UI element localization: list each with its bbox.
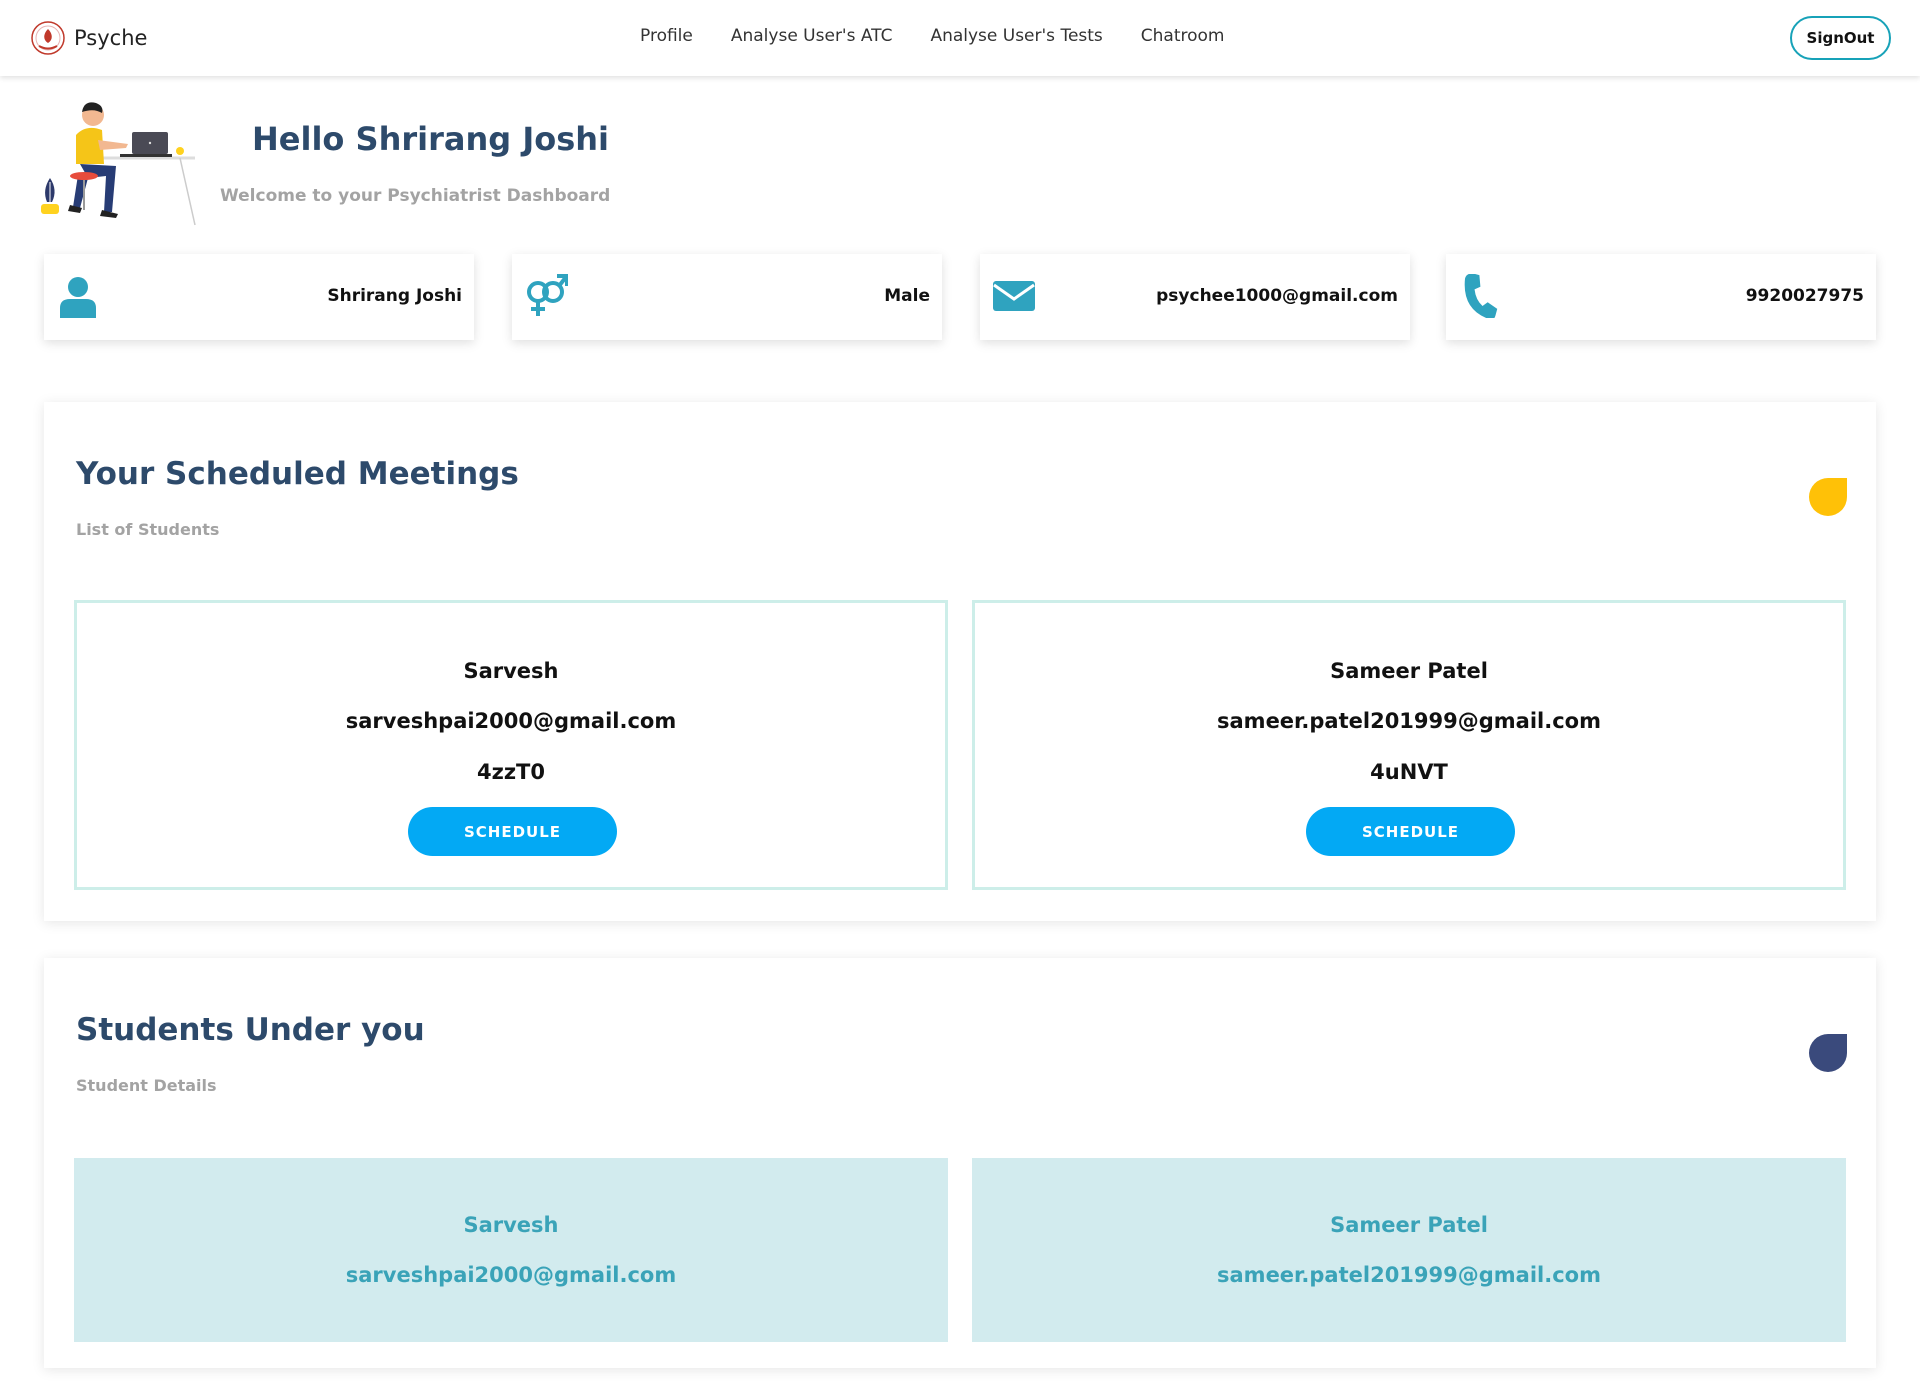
meeting-student-name: Sameer Patel (1330, 659, 1488, 683)
meetings-subtitle: List of Students (76, 520, 220, 539)
info-card-email: psychee1000@gmail.com (980, 254, 1410, 340)
phone-icon (1464, 274, 1498, 318)
meeting-card: Sameer Patel sameer.patel201999@gmail.co… (972, 600, 1846, 890)
meeting-student-email: sameer.patel201999@gmail.com (1217, 709, 1601, 733)
meeting-card: Sarvesh sarveshpai2000@gmail.com 4zzT0 S… (74, 600, 948, 890)
student-name: Sameer Patel (1330, 1213, 1488, 1237)
students-accent-blob (1809, 1034, 1847, 1072)
meeting-code: 4zzT0 (477, 760, 545, 784)
student-name: Sarvesh (463, 1213, 559, 1237)
student-email: sameer.patel201999@gmail.com (1217, 1263, 1601, 1287)
students-subtitle: Student Details (76, 1076, 217, 1095)
brand-name: Psyche (74, 26, 148, 50)
hero-subtitle: Welcome to your Psychiatrist Dashboard (220, 186, 611, 206)
info-card-name: Shrirang Joshi (44, 254, 474, 340)
meeting-student-name: Sarvesh (463, 659, 559, 683)
nav-link-analyse-tests[interactable]: Analyse User's Tests (930, 26, 1102, 46)
meetings-title: Your Scheduled Meetings (76, 456, 519, 492)
info-gender-value: Male (884, 286, 930, 306)
brand[interactable]: Psyche (30, 20, 147, 56)
hero-title: Hello Shrirang Joshi (252, 120, 610, 158)
meeting-student-email: sarveshpai2000@gmail.com (345, 709, 677, 733)
info-email-value: psychee1000@gmail.com (1156, 286, 1398, 306)
top-navbar: Psyche Profile Analyse User's ATC Analys… (0, 0, 1920, 76)
nav-link-analyse-atc[interactable]: Analyse User's ATC (731, 26, 893, 46)
nav-link-chatroom[interactable]: Chatroom (1141, 26, 1225, 46)
meeting-code: 4uNVT (1370, 760, 1448, 784)
logo-icon (31, 21, 65, 55)
meetings-accent-blob (1809, 478, 1847, 516)
student-card[interactable]: Sarvesh sarveshpai2000@gmail.com (74, 1158, 948, 1342)
user-icon (60, 277, 96, 318)
working-person-illustration (41, 102, 196, 226)
nav-links: Profile Analyse User's ATC Analyse User'… (640, 26, 1263, 46)
envelope-icon (993, 281, 1035, 311)
scheduled-meetings-panel: Your Scheduled Meetings List of Students… (44, 402, 1876, 921)
students-title: Students Under you (76, 1012, 425, 1048)
schedule-button[interactable]: SCHEDULE (408, 807, 617, 856)
info-name-value: Shrirang Joshi (327, 286, 462, 306)
students-panel: Students Under you Student Details Sarve… (44, 958, 1876, 1368)
signout-button[interactable]: SignOut (1790, 16, 1891, 60)
gender-icon (527, 274, 568, 316)
info-card-gender: Male (512, 254, 942, 340)
student-card[interactable]: Sameer Patel sameer.patel201999@gmail.co… (972, 1158, 1846, 1342)
info-card-phone: 9920027975 (1446, 254, 1876, 340)
schedule-button[interactable]: SCHEDULE (1306, 807, 1515, 856)
student-email: sarveshpai2000@gmail.com (345, 1263, 677, 1287)
nav-link-profile[interactable]: Profile (640, 26, 693, 46)
info-phone-value: 9920027975 (1745, 286, 1864, 306)
